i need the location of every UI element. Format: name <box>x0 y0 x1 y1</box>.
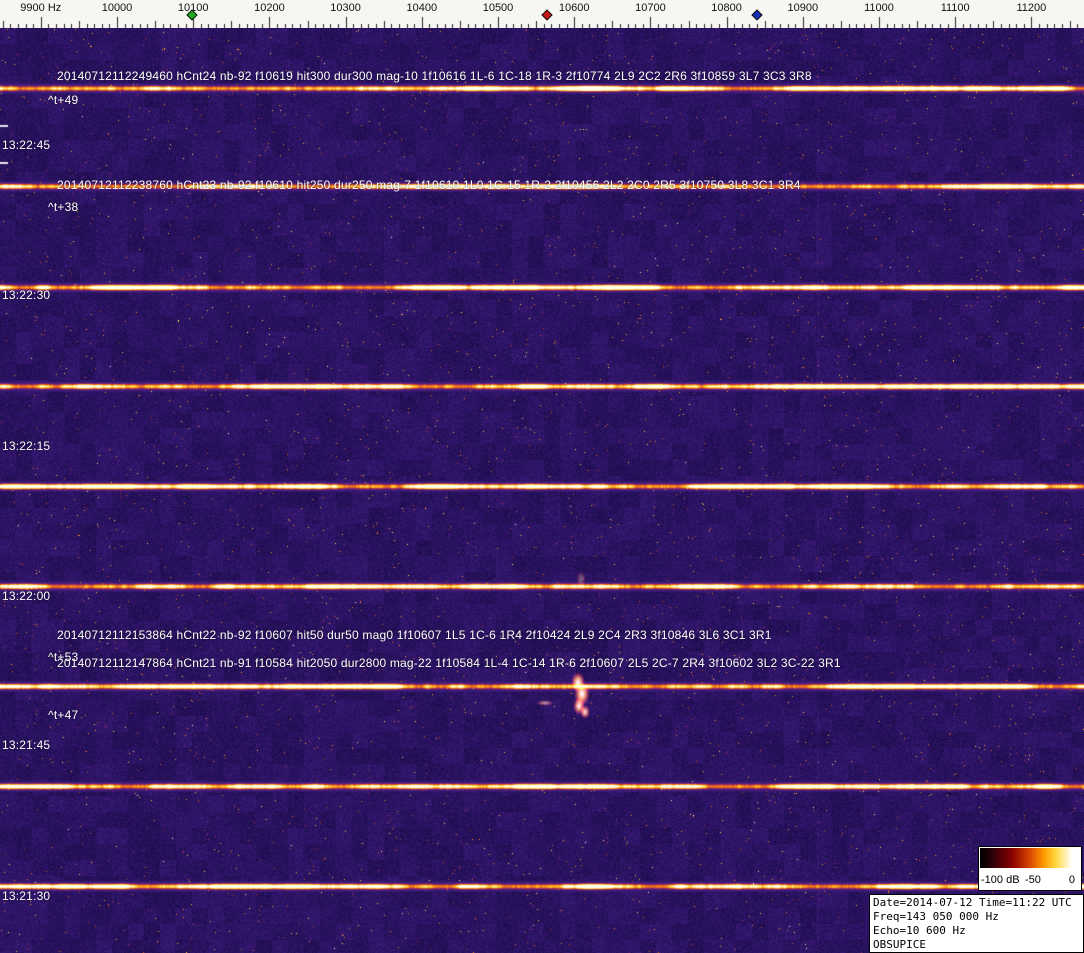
ruler-frequency-label: 10300 <box>330 2 361 14</box>
spectrogram-app: 9900 Hz 10000 10100 10200 10300 10400 10500 106… <box>0 0 1084 953</box>
db-gradient-bar <box>980 848 1080 868</box>
info-frequency-line: Freq=143 050 000 Hz <box>873 910 999 923</box>
ruler-frequency-label: 10200 <box>254 2 285 14</box>
time-label: 13:22:15 <box>2 439 51 453</box>
db-scale-legend: -100 dB -50 0 <box>978 846 1082 891</box>
ruler-frequency-label: 10700 <box>635 2 666 14</box>
info-station-line: OBSUPICE <box>873 938 926 951</box>
ruler-frequency-label: 11200 <box>1016 2 1047 14</box>
ruler-frequency-label: 10400 <box>406 2 438 14</box>
ruler-frequency-label: 10600 <box>558 2 590 14</box>
time-offset-label: ^t+53 <box>48 650 79 664</box>
ruler-frequency-label: 10800 <box>711 2 742 14</box>
event-detection-line: 20140712112249460 hCnt24 nb-92 f10619 hi… <box>57 69 812 83</box>
observation-info-box: Date=2014-07-12 Time=11:22 UTC Freq=143 … <box>869 894 1084 953</box>
event-detection-line: 20140712112238760 hCnt23 nb-92 f10610 hi… <box>57 178 801 192</box>
spectrogram-waterfall-canvas <box>0 28 1084 953</box>
ruler-frequency-label: 10900 <box>787 2 819 14</box>
time-label: 13:22:00 <box>2 589 51 603</box>
time-offset-label: ^t+47 <box>48 708 79 722</box>
db-scale-labels: -100 dB -50 0 <box>979 874 1081 888</box>
frequency-ruler: 9900 Hz 10000 10100 10200 10300 10400 10500 106… <box>0 0 1084 28</box>
time-label: 13:22:30 <box>2 288 51 302</box>
ruler-frequency-label: 10500 <box>482 2 514 14</box>
db-label-mid: -50 <box>1025 874 1041 886</box>
info-date-time-line: Date=2014-07-12 Time=11:22 UTC <box>873 896 1072 909</box>
event-detection-line: 20140712112153864 hCnt22 nb-92 f10607 hi… <box>57 628 772 642</box>
time-label: 13:21:45 <box>2 738 51 752</box>
event-detection-line: 20140712112147864 hCnt21 nb-91 f10584 hi… <box>57 656 841 670</box>
time-offset-label: ^t+38 <box>48 200 79 214</box>
ruler-frequency-label: 9900 Hz <box>20 2 62 14</box>
db-label-max: 0 <box>1068 874 1075 886</box>
time-offset-label: ^t+49 <box>48 93 79 107</box>
ruler-frequency-label: 10000 <box>101 2 133 14</box>
db-label-min: -100 dB <box>981 874 1020 886</box>
time-label: 13:21:30 <box>2 889 51 903</box>
ruler-frequency-label: 11100 <box>940 2 970 14</box>
ruler-frequency-label: 11000 <box>864 2 894 14</box>
info-echo-line: Echo=10 600 Hz <box>873 924 966 937</box>
time-label: 13:22:45 <box>2 138 51 152</box>
